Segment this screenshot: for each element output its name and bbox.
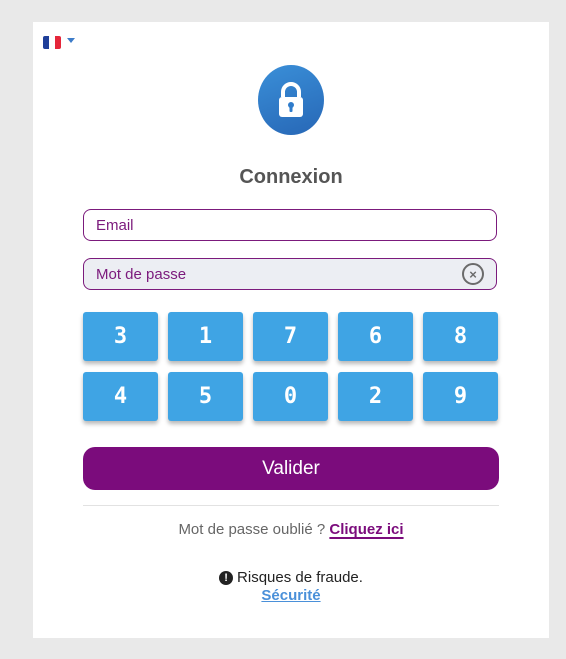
keypad-key[interactable]: 0 bbox=[253, 372, 328, 421]
email-field[interactable] bbox=[96, 216, 484, 234]
keypad-key[interactable]: 3 bbox=[83, 312, 158, 361]
language-selector[interactable] bbox=[43, 36, 75, 49]
password-field-wrapper: × bbox=[83, 258, 497, 290]
fraud-warning: ! Risques de fraude. bbox=[33, 569, 549, 586]
fraud-warning-text: Risques de fraude. bbox=[237, 569, 363, 586]
keypad-key[interactable]: 7 bbox=[253, 312, 328, 361]
keypad-key[interactable]: 6 bbox=[338, 312, 413, 361]
keypad-key[interactable]: 1 bbox=[168, 312, 243, 361]
security-link[interactable]: Sécurité bbox=[261, 587, 320, 604]
divider bbox=[83, 505, 499, 506]
keypad-key[interactable]: 4 bbox=[83, 372, 158, 421]
login-card: Connexion × 3 1 7 6 8 4 5 0 2 9 Valider … bbox=[33, 22, 549, 638]
page-title: Connexion bbox=[239, 166, 343, 188]
exclamation-icon: ! bbox=[219, 570, 234, 585]
submit-button[interactable]: Valider bbox=[83, 447, 499, 490]
fr-flag-icon bbox=[43, 36, 61, 49]
security-link-wrapper: Sécurité bbox=[33, 587, 549, 604]
keypad-key[interactable]: 2 bbox=[338, 372, 413, 421]
chevron-down-icon bbox=[67, 38, 75, 43]
keypad-key[interactable]: 8 bbox=[423, 312, 498, 361]
forgot-password-text: Mot de passe oublié ? bbox=[178, 521, 326, 538]
keypad-key[interactable]: 9 bbox=[423, 372, 498, 421]
clear-icon[interactable]: × bbox=[462, 263, 484, 285]
lock-icon bbox=[258, 65, 324, 135]
virtual-keypad: 3 1 7 6 8 4 5 0 2 9 bbox=[83, 312, 499, 421]
password-field[interactable] bbox=[96, 265, 462, 283]
forgot-password: Mot de passe oublié ? Cliquez ici bbox=[33, 521, 549, 538]
forgot-password-link[interactable]: Cliquez ici bbox=[329, 521, 403, 538]
email-field-wrapper bbox=[83, 209, 497, 241]
keypad-key[interactable]: 5 bbox=[168, 372, 243, 421]
